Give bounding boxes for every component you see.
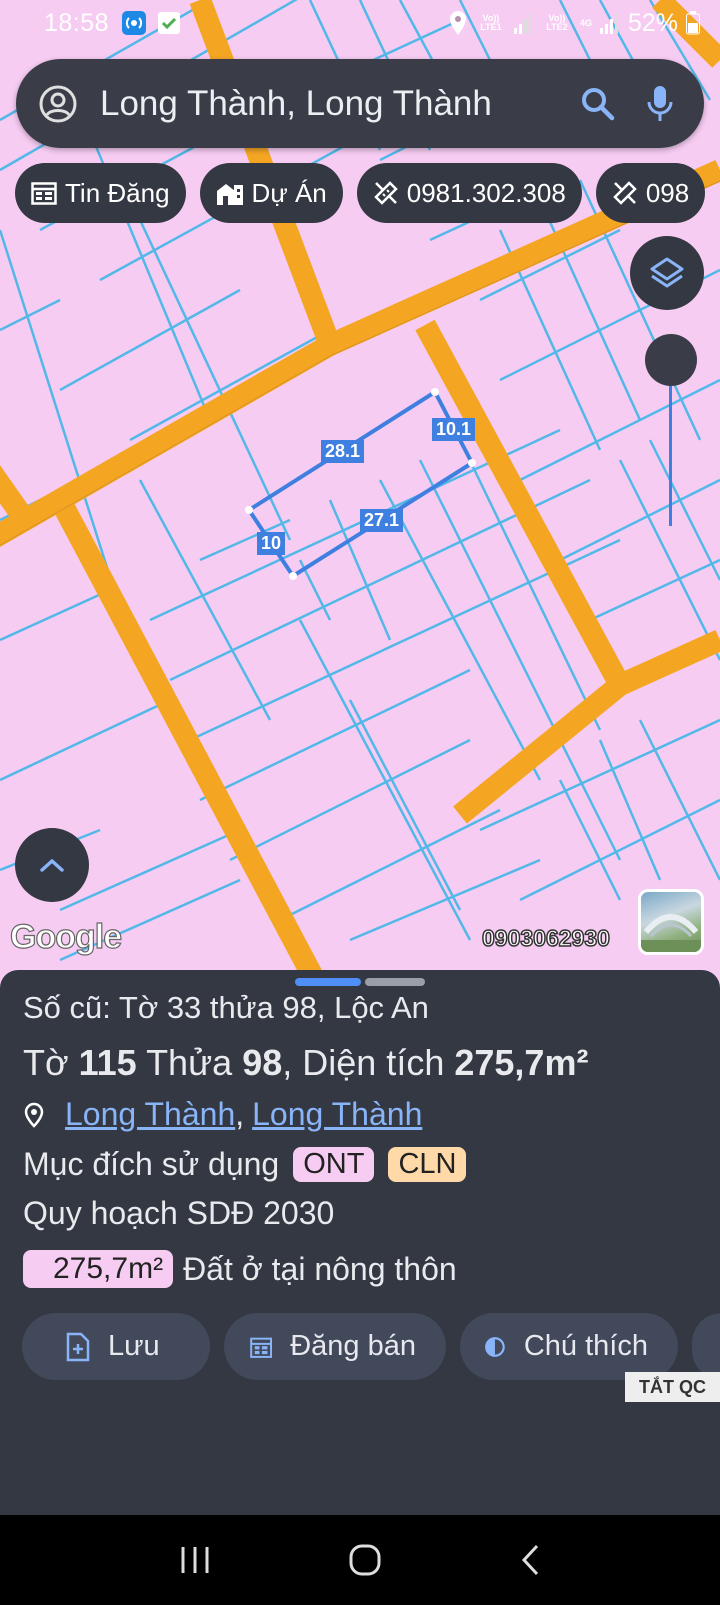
calendar-icon [250,1337,273,1358]
to-value: 115 [78,1042,137,1083]
satellite-thumbnail[interactable] [638,889,704,955]
search-bar[interactable]: Long Thành, Long Thành [16,59,704,148]
ruler-icon [613,181,637,205]
opacity-slider-knob[interactable] [645,334,697,386]
parcel-edge-label-left: 10 [257,532,286,555]
building-icon [216,184,243,205]
location-link-commune[interactable]: Long Thành [252,1096,422,1133]
thua-label: Thửa [146,1042,233,1083]
signal-icon-2 [599,14,618,34]
network-type: 4G [579,17,592,28]
account-icon[interactable] [38,84,78,124]
home-icon[interactable] [348,1543,382,1577]
action-buttons: Lưu Đăng bán Chú thích [22,1313,720,1380]
planning-label: Quy hoạch SDĐ 2030 [23,1195,335,1231]
status-bar: 18:58 Vo)) LTE1 Vo)) LTE2 4G 52% [0,0,720,46]
app-screen: 28.1 10.1 27.1 10 18:58 Vo)) LTE1 Vo)) L… [0,0,720,1605]
hotspot-icon [122,11,147,35]
chip-phone-1[interactable]: 0981.302.308 [356,163,582,223]
watermark-phone: 0903062930 [481,924,610,952]
chip-label: Tin Đăng [65,177,170,208]
location-icon [449,11,466,35]
area-value: 275,7m² [454,1042,589,1083]
legend-button[interactable]: Chú thích [460,1313,678,1380]
parcel-summary: Tờ 115 Thửa 98, Diện tích 275,7m² [23,1042,588,1084]
chip-label: 0981.302.308 [406,177,566,208]
parcel-edge-label-right: 10.1 [432,418,476,441]
chip-tin-dang[interactable]: Tin Đăng [15,163,186,223]
planning-area-line: 275,7m² Đất ở tại nông thôn [23,1250,457,1288]
system-nav-bar [0,1515,720,1605]
area-label: , Diện tích [282,1042,445,1083]
post-sale-label: Đăng bán [290,1330,416,1362]
chip-label: Dự Án [251,177,327,208]
chip-label: 098 [645,177,690,208]
signal-icon-1 [513,14,532,34]
recent-apps-icon[interactable] [179,1545,211,1575]
planning-area-desc: Đất ở tại nông thôn [183,1250,457,1287]
purpose-label: Mục đích sử dụng [23,1146,280,1182]
lte2-label: Vo)) LTE2 [546,13,568,32]
battery-icon [686,11,700,35]
layers-button[interactable] [630,236,704,310]
calendar-icon [31,182,57,205]
search-input[interactable]: Long Thành, Long Thành [100,84,580,124]
layers-icon [650,257,684,288]
panel-drag-handle[interactable] [295,978,361,986]
parcel-edge-label-bottom: 27.1 [360,509,404,532]
lte1-label: Vo)) LTE1 [480,13,502,32]
battery-percent: 52% [627,8,678,37]
planning-area-badge: 275,7m² [23,1250,174,1288]
land-use-purpose: Mục đích sử dụng ONT CLN [23,1146,467,1183]
status-time: 18:58 [44,8,110,37]
chip-du-an[interactable]: Dự Án [199,163,343,223]
back-icon[interactable] [519,1543,541,1577]
expand-up-button[interactable] [15,828,89,902]
filter-chips: Tin Đăng Dự Án 0981.302.308 098 [15,163,706,223]
search-icon[interactable] [580,86,616,122]
to-label: Tờ [23,1042,69,1083]
checkbox-icon [158,12,181,34]
post-sale-button[interactable]: Đăng bán [224,1313,446,1380]
location-line: Long Thành, Long Thành [23,1096,422,1133]
old-parcel-number: Số cũ: Tờ 33 thửa 98, Lộc An [23,990,429,1025]
disable-ads-button[interactable]: TẮT QC [625,1372,720,1402]
thua-value: 98 [242,1042,283,1083]
opacity-slider-track[interactable] [669,386,672,526]
airport-thumbnail-icon [641,914,701,952]
save-label: Lưu [108,1330,160,1362]
microphone-icon[interactable] [646,85,674,123]
location-link-district[interactable]: Long Thành [65,1096,235,1133]
location-pin-icon [24,1102,44,1128]
panel-drag-handle-secondary[interactable] [365,978,425,986]
purpose-badge-ont: ONT [293,1147,375,1182]
google-logo: Google [9,917,122,956]
parcel-edge-label-top: 28.1 [321,440,365,463]
save-file-icon [66,1332,90,1361]
ruler-icon [373,181,398,205]
legend-label: Chú thích [523,1330,648,1362]
chevron-up-icon [40,859,64,872]
save-button[interactable]: Lưu [22,1313,210,1380]
purpose-badge-cln: CLN [388,1147,467,1182]
chip-phone-2[interactable]: 098 [595,163,706,223]
more-action-button[interactable] [692,1313,720,1380]
contrast-icon [485,1336,505,1357]
